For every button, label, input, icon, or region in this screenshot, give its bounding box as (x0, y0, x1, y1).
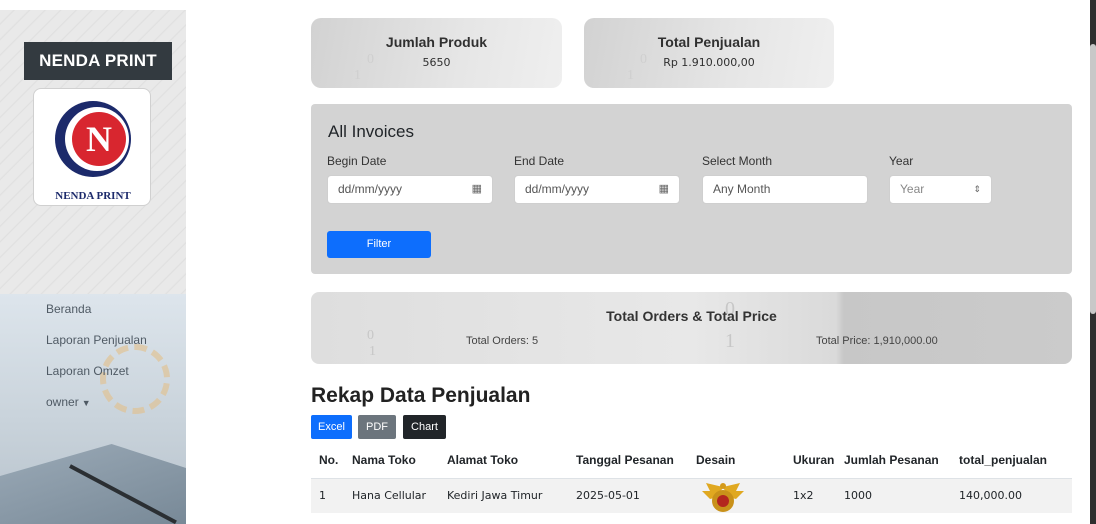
decorative-digit: 0 (640, 52, 647, 67)
column-header: Alamat Toko (439, 442, 568, 479)
column-header: Tanggal Pesanan (568, 442, 688, 479)
scrollbar-thumb[interactable] (1090, 44, 1096, 314)
export-excel-button[interactable]: Excel (311, 415, 352, 439)
cell-alamat-toko: Kediri Jawa Timur (439, 478, 568, 513)
cell-tanggal-pesanan: 2025-05-01 (568, 478, 688, 513)
begin-date-placeholder: dd/mm/yyyy (338, 182, 403, 196)
end-date-input[interactable]: dd/mm/yyyy ▦ (514, 175, 680, 204)
spinner-arrows-icon[interactable]: ⇕ (973, 176, 981, 203)
column-header: No. (311, 442, 344, 479)
begin-date-label: Begin Date (327, 154, 387, 168)
sidebar: NENDA PRINT N NENDA PRINT Beranda Lapora… (0, 10, 186, 524)
totals-title: Total Orders & Total Price (606, 308, 777, 324)
card-total-penjualan: 0 1 Total Penjualan Rp 1.910.000,00 (584, 18, 834, 88)
calendar-icon[interactable]: ▦ (659, 176, 669, 203)
decorative-digit: 0 (367, 328, 374, 343)
export-pdf-button[interactable]: PDF (358, 415, 396, 439)
nav-item-beranda[interactable]: Beranda (46, 300, 147, 331)
total-price-text: Total Price: 1,910,000.00 (816, 335, 938, 347)
cell-jumlah-pesanan: 1000 (836, 478, 951, 513)
column-header: total_penjualan (951, 442, 1072, 479)
card-title: Jumlah Produk (385, 34, 488, 50)
column-header: Ukuran (785, 442, 836, 479)
card-title: Total Penjualan (657, 34, 761, 50)
caret-down-icon: ▼ (81, 398, 91, 408)
sidebar-nav: Beranda Laporan Penjualan Laporan Omzet … (46, 300, 147, 424)
decorative-digit: 1 (369, 344, 376, 359)
card-value: Rp 1.910.000,00 (663, 56, 755, 69)
nav-item-laporan-omzet[interactable]: Laporan Omzet (46, 362, 147, 393)
page-scrollbar[interactable] (1090, 0, 1096, 524)
decorative-digit: 0 (367, 52, 374, 67)
owner-label: owner (46, 395, 79, 409)
begin-date-input[interactable]: dd/mm/yyyy ▦ (327, 175, 493, 204)
company-logo: N NENDA PRINT (33, 88, 151, 206)
column-header: Desain (688, 442, 785, 479)
cell-ukuran: 1x2 (785, 478, 836, 513)
calendar-icon[interactable]: ▦ (472, 176, 482, 203)
year-value: Year (900, 182, 925, 196)
select-month-value: Any Month (713, 182, 771, 196)
select-month-dropdown[interactable]: Any Month (702, 175, 868, 204)
cell-nama-toko: Hana Cellular (344, 478, 439, 513)
card-value: 5650 (422, 56, 451, 69)
decorative-digit: 1 (354, 68, 361, 83)
select-month-label: Select Month (702, 154, 773, 168)
filter-heading: All Invoices (328, 122, 414, 141)
chart-button[interactable]: Chart (403, 415, 446, 439)
decorative-digit: 1 (627, 68, 634, 83)
total-orders-text: Total Orders: 5 (466, 335, 539, 347)
svg-text:NENDA PRINT: NENDA PRINT (55, 190, 131, 202)
year-stepper[interactable]: Year ⇕ (889, 175, 992, 204)
sales-table: No. Nama Toko Alamat Toko Tanggal Pesana… (311, 442, 1072, 513)
totals-summary: 0 1 1 0 Total Orders & Total Price Total… (311, 292, 1072, 364)
invoice-filter-panel: All Invoices Begin Date dd/mm/yyyy ▦ End… (311, 104, 1072, 274)
column-header: Jumlah Pesanan (836, 442, 951, 479)
filter-button[interactable]: Filter (327, 231, 431, 258)
end-date-placeholder: dd/mm/yyyy (525, 182, 590, 196)
cell-no: 1 (311, 478, 344, 513)
brand-title: NENDA PRINT (24, 42, 172, 80)
end-date-label: End Date (514, 154, 565, 168)
table-header-row: No. Nama Toko Alamat Toko Tanggal Pesana… (311, 442, 1072, 479)
design-emblem-image (702, 482, 744, 512)
svg-text:N: N (86, 119, 112, 159)
report-title: Rekap Data Penjualan (311, 384, 531, 407)
table-row: 1 Hana Cellular Kediri Jawa Timur 2025-0… (311, 478, 1072, 513)
nav-item-laporan-penjualan[interactable]: Laporan Penjualan (46, 331, 147, 362)
decorative-digit: 1 (725, 330, 735, 352)
cell-desain (688, 478, 785, 513)
card-jumlah-produk: 0 1 Jumlah Produk 5650 (311, 18, 562, 88)
cell-total-penjualan: 140,000.00 (951, 478, 1072, 513)
nav-item-owner-dropdown[interactable]: owner ▼ (46, 393, 147, 424)
column-header: Nama Toko (344, 442, 439, 479)
year-label: Year (889, 154, 914, 168)
